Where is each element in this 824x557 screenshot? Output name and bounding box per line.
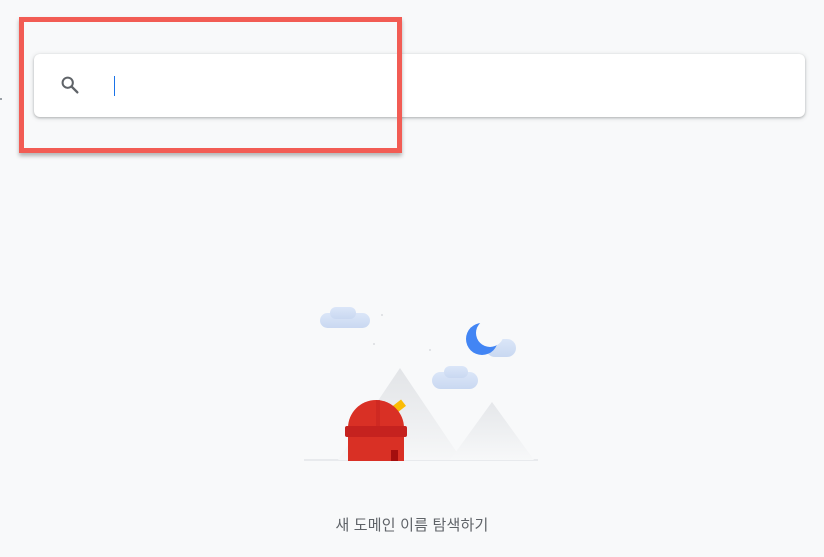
empty-state-caption: 새 도메인 이름 탐색하기 <box>335 517 489 534</box>
text-caret <box>114 76 115 96</box>
search-input[interactable] <box>114 66 774 106</box>
search-icon[interactable] <box>59 74 81 96</box>
search-card[interactable] <box>34 54 805 117</box>
edge-mark <box>0 98 2 100</box>
observatory-illustration <box>296 296 546 471</box>
